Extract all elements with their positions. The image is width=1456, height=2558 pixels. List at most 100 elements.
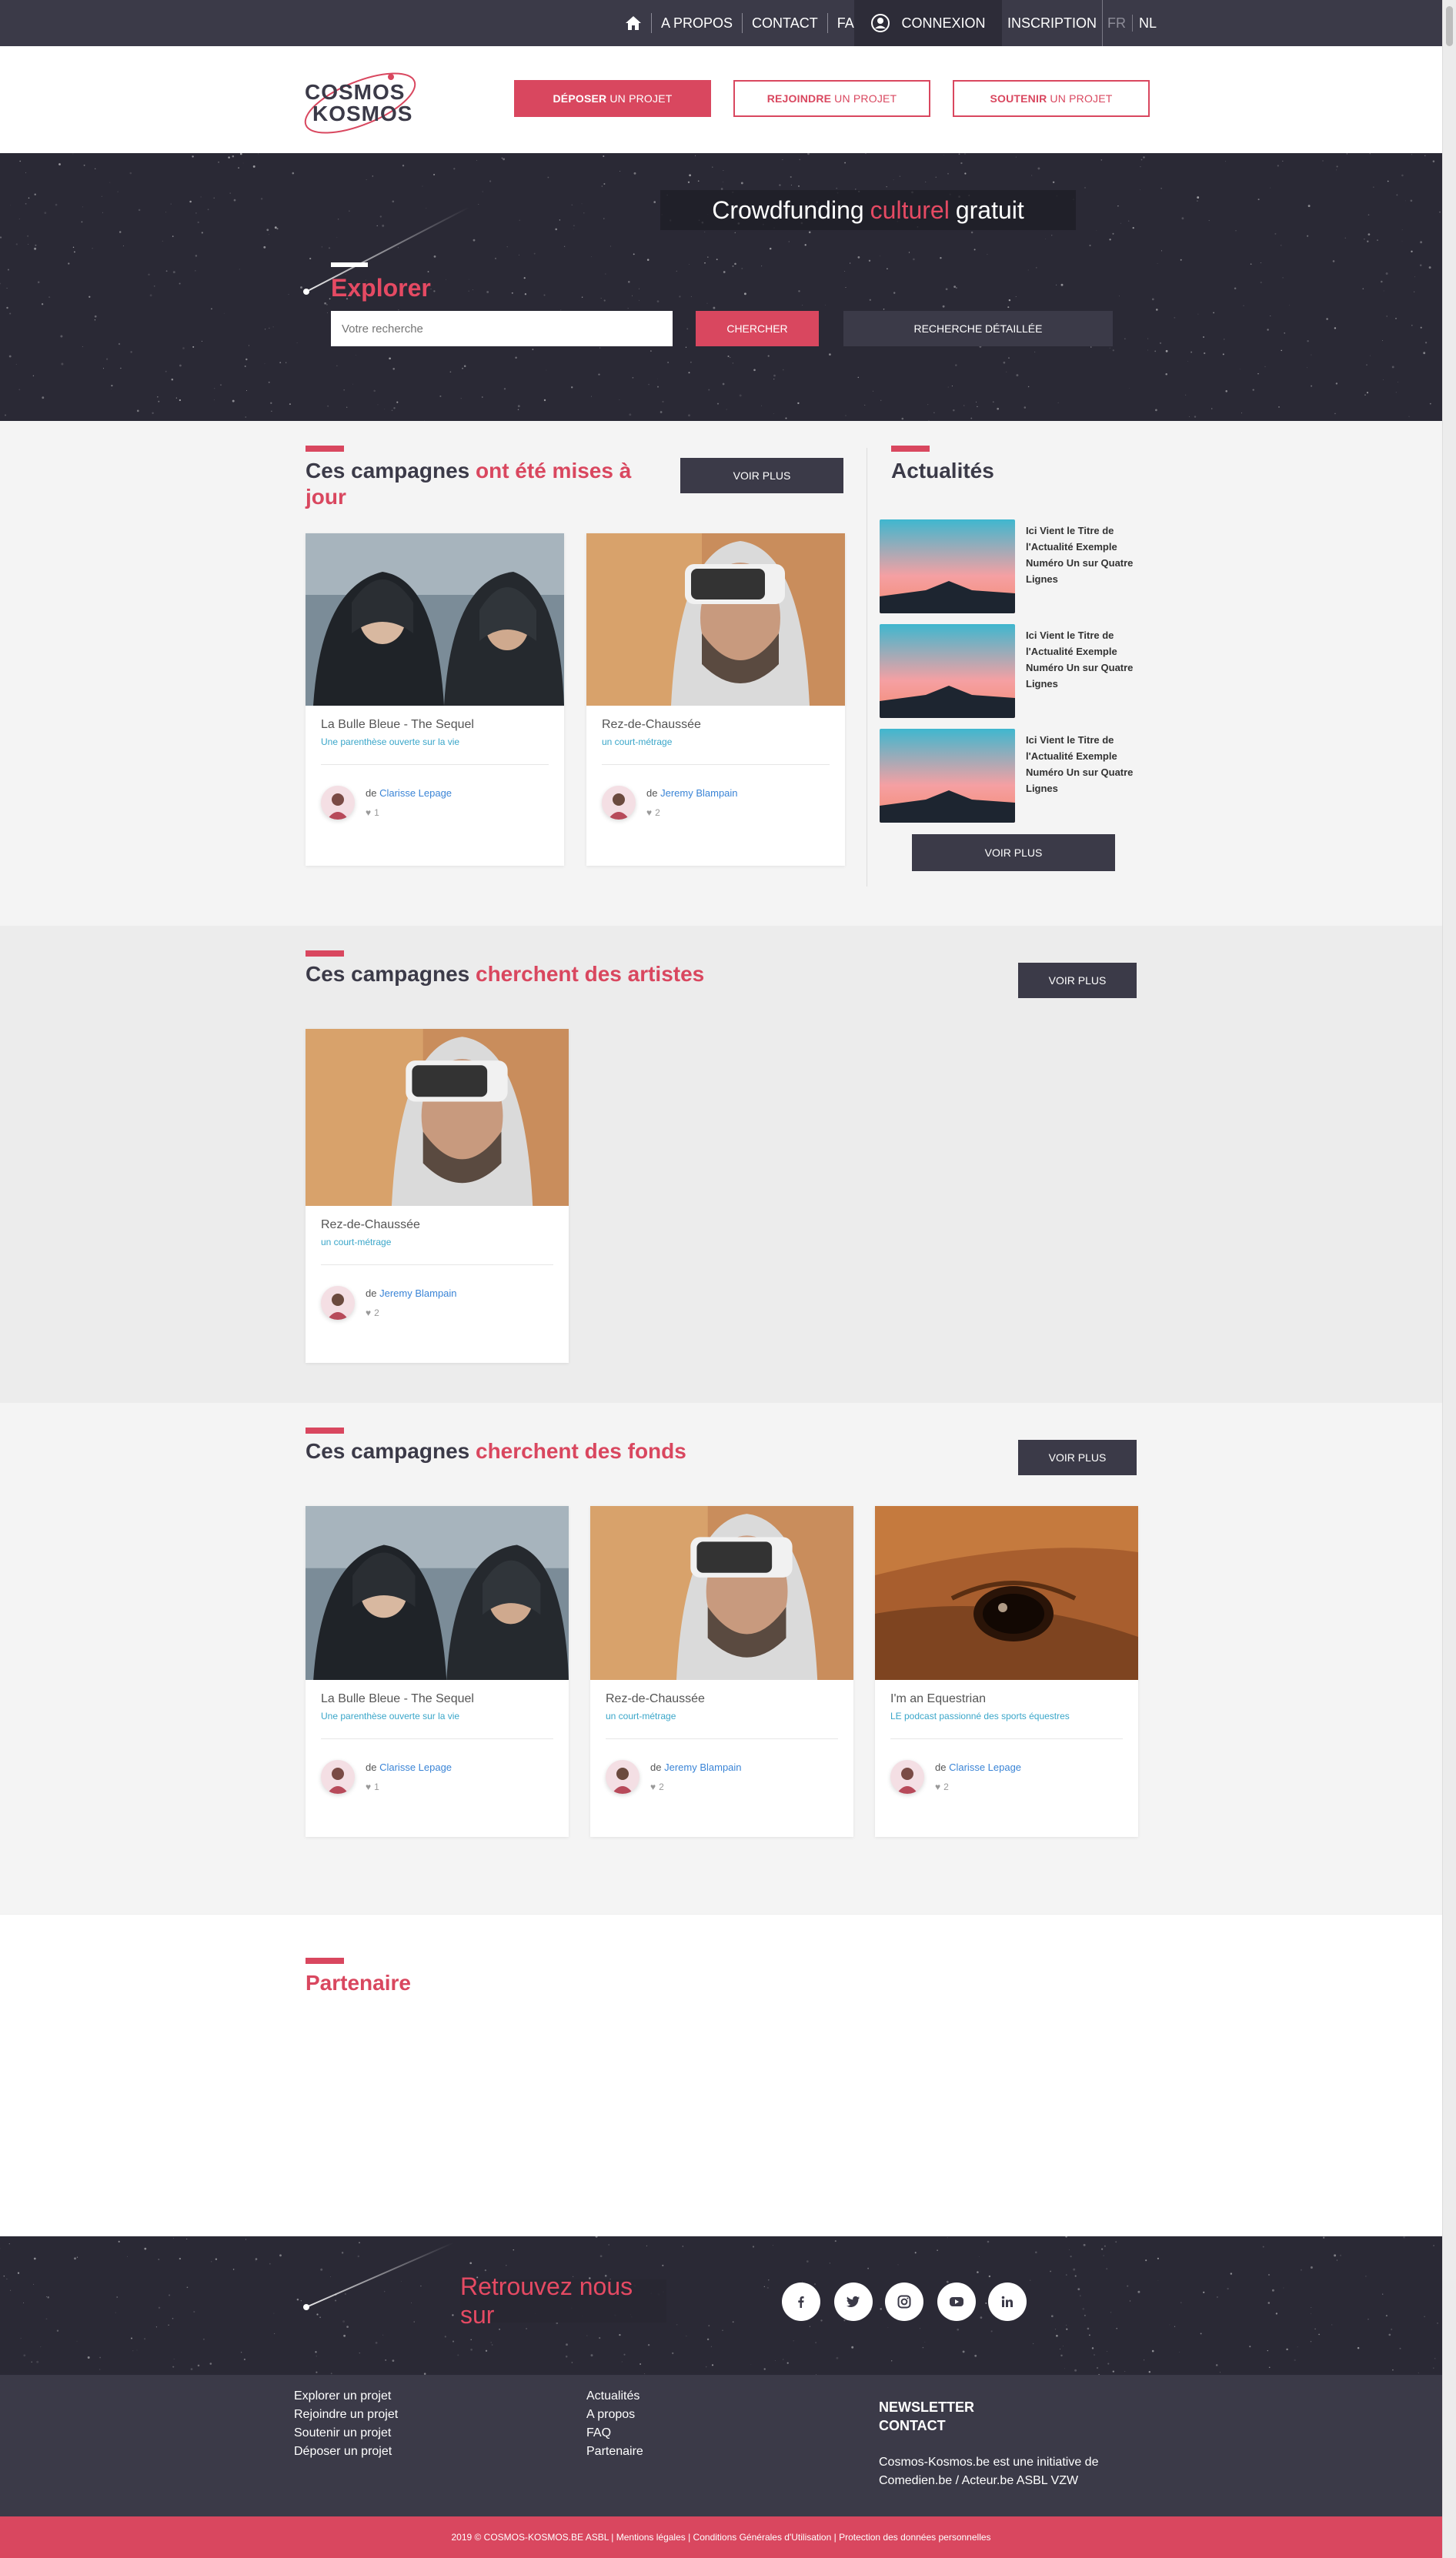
language-switch: FR NL <box>1102 0 1157 46</box>
card-divider <box>890 1738 1123 1739</box>
top-bar: A PROPOS CONTACT FAQ CONNEXION INSCRIPTI… <box>0 0 1442 46</box>
artists-see-more-button[interactable]: VOIR PLUS <box>1018 963 1137 998</box>
heart-icon[interactable]: ♥ <box>935 1782 940 1792</box>
footer-link[interactable]: Rejoindre un projet <box>294 2406 398 2424</box>
lang-nl[interactable]: NL <box>1139 15 1157 32</box>
nav-contact[interactable]: CONTACT <box>752 15 818 32</box>
footer-link[interactable]: A propos <box>586 2406 643 2424</box>
author-line: de Jeremy Blampain <box>366 1287 457 1299</box>
newsletter-link[interactable]: NEWSLETTER <box>879 2398 974 2416</box>
search-button[interactable]: CHERCHER <box>696 311 819 346</box>
campaign-card[interactable]: Rez-de-Chaussée un court-métrage de Jere… <box>586 533 845 866</box>
campaign-title[interactable]: I'm an Equestrian <box>890 1692 986 1706</box>
campaign-subtitle: un court-métrage <box>321 1237 392 1247</box>
footer-link[interactable]: FAQ <box>586 2424 643 2443</box>
news-image-sunset <box>880 624 1015 718</box>
updated-section-title: Ces campagnes ont été mises à jour <box>306 459 632 509</box>
lang-fr[interactable]: FR <box>1107 15 1126 32</box>
scrollbar-thumb[interactable] <box>1446 6 1453 46</box>
updated-see-more-button[interactable]: VOIR PLUS <box>680 458 843 493</box>
heart-icon[interactable]: ♥ <box>646 807 652 818</box>
page-scrollbar[interactable] <box>1442 0 1456 2558</box>
join-project-button[interactable]: REJOINDRE UN PROJET <box>733 80 930 117</box>
register-button[interactable]: INSCRIPTION <box>1002 0 1102 46</box>
footer-link[interactable]: Explorer un projet <box>294 2387 398 2406</box>
author-link[interactable]: Clarisse Lepage <box>949 1762 1021 1773</box>
campaign-card[interactable]: Rez-de-Chaussée un court-métrage de Jere… <box>590 1506 853 1837</box>
likes-count: ♥ 2 <box>935 1782 949 1792</box>
campaign-title[interactable]: La Bulle Bleue - The Sequel <box>321 718 474 732</box>
social-banner: Retrouvez nous sur <box>0 2236 1442 2375</box>
card-divider <box>602 764 830 765</box>
campaign-card[interactable]: Rez-de-Chaussée un court-métrage de Jere… <box>306 1029 569 1363</box>
footer-link[interactable]: Partenaire <box>586 2443 643 2461</box>
news-item[interactable]: Ici Vient le Titre de l'Actualité Exempl… <box>880 519 1141 613</box>
heart-icon[interactable]: ♥ <box>366 807 371 818</box>
news-see-more-button[interactable]: VOIR PLUS <box>912 834 1115 871</box>
advanced-search-button[interactable]: RECHERCHE DÉTAILLÉE <box>843 311 1113 346</box>
likes-count: ♥ 2 <box>646 807 660 818</box>
footer-info-text: Cosmos-Kosmos.be est une initiative de C… <box>879 2456 1099 2487</box>
likes-count: ♥ 2 <box>366 1307 379 1318</box>
news-title-text[interactable]: Ici Vient le Titre de l'Actualité Exempl… <box>1026 732 1149 796</box>
campaign-image-hoodies <box>306 1506 569 1680</box>
instagram-icon[interactable] <box>885 2282 923 2321</box>
campaign-card[interactable]: La Bulle Bleue - The Sequel Une parenthè… <box>306 1506 569 1837</box>
campaign-title[interactable]: Rez-de-Chaussée <box>321 1218 420 1232</box>
author-link[interactable]: Clarisse Lepage <box>379 1762 452 1773</box>
author-avatar[interactable] <box>890 1760 924 1794</box>
explore-accent-bar <box>331 262 368 267</box>
twitter-icon[interactable] <box>834 2282 873 2321</box>
logo-text-2: KOSMOS <box>312 102 413 125</box>
author-avatar[interactable] <box>321 1286 355 1320</box>
author-avatar[interactable] <box>321 786 355 820</box>
news-item[interactable]: Ici Vient le Titre de l'Actualité Exempl… <box>880 624 1141 718</box>
author-avatar[interactable] <box>321 1760 355 1794</box>
footer-col-info: Actualités A propos FAQ Partenaire <box>586 2387 643 2461</box>
funds-see-more-button[interactable]: VOIR PLUS <box>1018 1440 1137 1475</box>
footer-link[interactable]: Déposer un projet <box>294 2443 398 2461</box>
nav-apropos[interactable]: A PROPOS <box>661 15 733 32</box>
search-input[interactable] <box>331 311 673 346</box>
author-line: de Jeremy Blampain <box>646 787 738 799</box>
login-button[interactable]: CONNEXION <box>854 0 1002 46</box>
campaign-card[interactable]: La Bulle Bleue - The Sequel Une parenthè… <box>306 533 564 866</box>
author-link[interactable]: Jeremy Blampain <box>379 1287 456 1299</box>
campaign-title[interactable]: La Bulle Bleue - The Sequel <box>321 1692 474 1706</box>
campaign-title[interactable]: Rez-de-Chaussée <box>602 718 701 732</box>
author-avatar[interactable] <box>606 1760 640 1794</box>
heart-icon[interactable]: ♥ <box>650 1782 656 1792</box>
heart-icon[interactable]: ♥ <box>366 1782 371 1792</box>
youtube-icon[interactable] <box>937 2282 976 2321</box>
news-accent-bar <box>891 446 930 452</box>
author-line: de Clarisse Lepage <box>935 1762 1022 1773</box>
facebook-icon[interactable] <box>782 2282 820 2321</box>
author-link[interactable]: Jeremy Blampain <box>660 787 737 799</box>
news-title: Actualités <box>891 459 994 483</box>
campaign-card[interactable]: I'm an Equestrian LE podcast passionné d… <box>875 1506 1138 1837</box>
news-title-text[interactable]: Ici Vient le Titre de l'Actualité Exempl… <box>1026 627 1149 692</box>
author-link[interactable]: Clarisse Lepage <box>379 787 452 799</box>
home-icon[interactable] <box>625 15 642 31</box>
linkedin-icon[interactable] <box>988 2282 1027 2321</box>
author-avatar[interactable] <box>602 786 636 820</box>
footer-link[interactable]: Actualités <box>586 2387 643 2406</box>
hero-banner: Crowdfundingculturelgratuit Explorer CHE… <box>0 153 1442 421</box>
support-project-button[interactable]: SOUTENIR UN PROJET <box>953 80 1150 117</box>
copyright-bar: 2019 © COSMOS-KOSMOS.BE ASBL | Mentions … <box>0 2516 1442 2558</box>
deposit-project-button[interactable]: DÉPOSER UN PROJET <box>514 80 711 117</box>
footer-link[interactable]: Soutenir un projet <box>294 2424 398 2443</box>
author-link[interactable]: Jeremy Blampain <box>664 1762 741 1773</box>
logo-text-1: COSMOS <box>305 80 406 104</box>
contact-link[interactable]: CONTACT <box>879 2416 974 2435</box>
news-title-text[interactable]: Ici Vient le Titre de l'Actualité Exempl… <box>1026 523 1149 587</box>
site-logo[interactable]: COSMOS KOSMOS <box>299 68 422 139</box>
author-line: de Jeremy Blampain <box>650 1762 742 1773</box>
campaign-title[interactable]: Rez-de-Chaussée <box>606 1692 705 1706</box>
updated-campaigns-section: Ces campagnes ont été mises à jour VOIR … <box>0 421 1442 926</box>
funds-campaigns-section: Ces campagnes cherchent des fonds VOIR P… <box>0 1403 1442 1914</box>
news-item[interactable]: Ici Vient le Titre de l'Actualité Exempl… <box>880 729 1141 823</box>
hero-title: Crowdfunding culturel gratuit <box>660 190 1076 230</box>
top-nav: A PROPOS CONTACT FAQ <box>625 0 865 46</box>
heart-icon[interactable]: ♥ <box>366 1307 371 1318</box>
